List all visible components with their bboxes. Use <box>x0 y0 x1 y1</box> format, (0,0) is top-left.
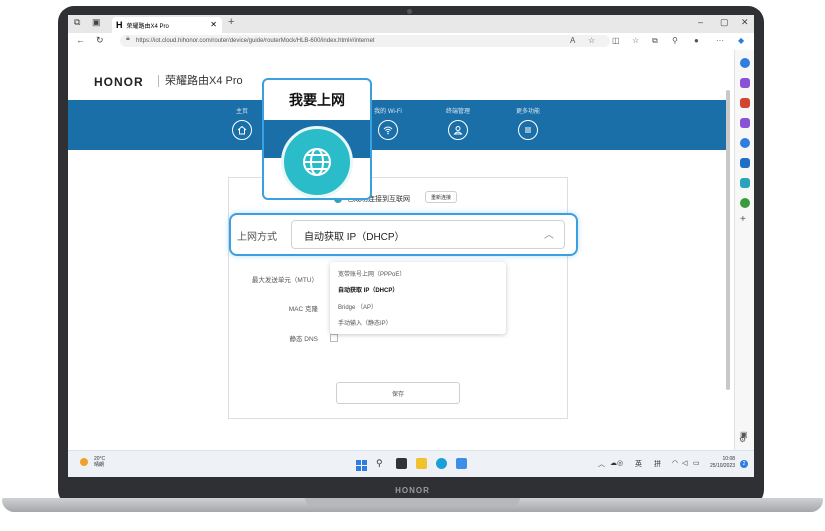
battery-icon[interactable]: ▭ <box>693 459 700 467</box>
tray-chevron-icon[interactable]: ︿ <box>598 459 605 469</box>
back-icon[interactable]: ← <box>76 35 85 45</box>
page-scrollbar[interactable] <box>726 90 730 390</box>
taskbar: 20°C 晴朗 ⚲ ︿ ☁◎ 英 拼 ◠ ◁ ▭ 10:08 25/10/202… <box>68 450 754 477</box>
volume-icon[interactable]: ◁ <box>682 459 687 467</box>
router-page: HONOR 荣耀路由X4 Pro 主页 我的 Wi-Fi 终端管理 更多功能 已… <box>68 50 734 450</box>
browser-sidebar: + ▣ <box>734 50 754 450</box>
store-icon[interactable] <box>456 458 467 469</box>
system-clock[interactable]: 10:08 25/10/2023 <box>710 456 735 470</box>
option-bridge[interactable]: Bridge （AP） <box>338 302 377 311</box>
refresh-icon[interactable]: ↻ <box>96 35 104 46</box>
search-taskbar-icon[interactable]: ⚲ <box>376 458 387 469</box>
shopping-tag-icon[interactable] <box>740 78 750 88</box>
split-screen-icon[interactable]: ◫ <box>612 36 620 45</box>
browser-tab[interactable]: H 荣耀路由X4 Pro ✕ <box>112 17 222 33</box>
nav-banner: 主页 我的 Wi-Fi 终端管理 更多功能 <box>68 100 726 150</box>
option-static-ip[interactable]: 手动输入（静态IP） <box>338 318 392 327</box>
new-tab-button[interactable]: + <box>228 16 234 28</box>
copilot-sidebar-icon[interactable] <box>740 138 750 148</box>
tray-app-icons[interactable]: ☁◎ <box>610 459 623 467</box>
file-explorer-icon[interactable] <box>416 458 427 469</box>
reconnect-button[interactable]: 重新连接 <box>425 191 458 203</box>
collections-icon[interactable]: ⧉ <box>652 36 658 46</box>
favorite-star-icon[interactable]: ☆ <box>588 36 595 45</box>
close-window-icon[interactable]: ✕ <box>741 17 749 28</box>
maximize-icon[interactable]: ▢ <box>720 17 729 28</box>
workspaces-icon[interactable]: ⧉ <box>74 17 80 28</box>
mode-select[interactable]: 自动获取 IP（DHCP） ︿ <box>291 220 565 249</box>
minimize-icon[interactable]: – <box>698 17 703 27</box>
wifi-tray-icon[interactable]: ◠ <box>672 459 678 467</box>
task-view-icon[interactable] <box>396 458 407 469</box>
nav-label-devices: 终端管理 <box>445 109 470 115</box>
honor-logo: HONOR <box>94 75 144 89</box>
weather-widget[interactable]: 20°C 晴朗 <box>94 456 105 468</box>
favorites-icon[interactable]: ☆ <box>632 36 639 45</box>
tab-bar: ⧉ ▣ H 荣耀路由X4 Pro ✕ + – ▢ ✕ <box>68 15 754 33</box>
clock-date: 25/10/2023 <box>710 463 736 469</box>
send-icon[interactable] <box>740 178 750 188</box>
option-dhcp[interactable]: 自动获取 IP（DHCP） <box>338 285 398 294</box>
mode-dropdown: 宽带账号上网（PPPoE） 自动获取 IP（DHCP） Bridge （AP） … <box>330 262 506 334</box>
static-dns-label: 静态 DNS <box>289 336 318 343</box>
internet-callout: 我要上网 <box>262 78 372 200</box>
read-aloud-icon[interactable]: A <box>570 36 575 45</box>
user-icon <box>448 120 468 140</box>
more-menu-icon[interactable]: ··· <box>716 36 724 45</box>
home-icon <box>232 120 252 140</box>
nav-item-more[interactable]: 更多功能 <box>498 106 558 140</box>
ime-mode[interactable]: 拼 <box>654 459 661 469</box>
ime-language[interactable]: 英 <box>635 459 642 469</box>
callout-title: 我要上网 <box>289 92 345 108</box>
laptop-notch <box>305 498 520 506</box>
nav-label-more: 更多功能 <box>515 109 540 115</box>
wifi-icon <box>378 120 398 140</box>
settings-gear-icon[interactable]: ⚙ <box>739 435 746 444</box>
tab-close-icon[interactable]: ✕ <box>210 17 217 33</box>
webcam <box>407 9 412 14</box>
mtu-label: 最大发送单元（MTU） <box>251 277 318 284</box>
toolbox-icon[interactable] <box>740 98 750 108</box>
screen: ⧉ ▣ H 荣耀路由X4 Pro ✕ + – ▢ ✕ ← ↻ https://io… <box>68 15 754 477</box>
mode-value: 自动获取 IP（DHCP） <box>304 232 405 243</box>
weather-sun-icon[interactable] <box>80 458 88 466</box>
outlook-icon[interactable] <box>740 158 750 168</box>
tab-title: 荣耀路由X4 Pro <box>126 24 169 30</box>
tab-actions-icon[interactable]: ▣ <box>92 17 101 28</box>
add-icon[interactable]: + <box>740 214 746 225</box>
option-pppoe[interactable]: 宽带账号上网（PPPoE） <box>338 269 405 278</box>
tab-favicon: H <box>116 20 123 30</box>
chevron-up-icon: ︿ <box>544 230 554 241</box>
globe-icon[interactable] <box>281 126 353 198</box>
nav-item-devices[interactable]: 终端管理 <box>428 106 488 140</box>
copilot-icon[interactable]: ◆ <box>738 36 744 45</box>
windows-start-icon[interactable] <box>356 458 367 471</box>
lock-icon[interactable]: 🔒︎ <box>126 35 130 43</box>
address-bar: ← ↻ https://iot.cloud.hihonor.com/router… <box>68 33 754 51</box>
static-dns-checkbox[interactable] <box>330 334 338 342</box>
save-button[interactable]: 保存 <box>336 382 460 404</box>
product-title: 荣耀路由X4 Pro <box>158 75 243 87</box>
tree-icon[interactable] <box>740 198 750 208</box>
bezel-logo: HONOR <box>395 486 430 495</box>
extensions-icon[interactable]: ⚲ <box>672 36 678 45</box>
mode-row-highlight: 上网方式 自动获取 IP（DHCP） ︿ <box>229 213 578 256</box>
menu-icon <box>518 120 538 140</box>
mac-clone-label: MAC 克隆 <box>288 306 318 313</box>
edge-icon[interactable] <box>436 458 447 469</box>
profile-icon[interactable]: ● <box>694 36 699 45</box>
mode-label: 上网方式 <box>237 232 277 243</box>
url-field[interactable]: https://iot.cloud.hihonor.com/router/dev… <box>120 35 610 47</box>
clock-time: 10:08 <box>722 456 736 462</box>
weather-desc: 晴朗 <box>94 462 105 468</box>
notification-badge[interactable]: 2 <box>740 460 748 468</box>
search-icon[interactable] <box>740 58 750 68</box>
games-icon[interactable] <box>740 118 750 128</box>
